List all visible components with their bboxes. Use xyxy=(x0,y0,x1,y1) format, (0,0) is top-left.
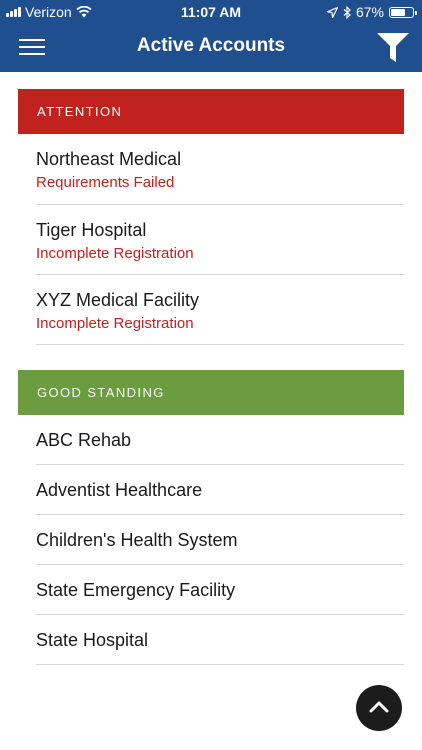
account-name: Adventist Healthcare xyxy=(36,480,203,500)
account-row[interactable]: Northeast Medical Requirements Failed xyxy=(36,134,404,205)
account-name: State Hospital xyxy=(36,630,149,650)
page-title: Active Accounts xyxy=(136,35,286,56)
app-header: Verizon 11:07 AM 67% Active Accounts xyxy=(0,0,422,72)
account-status: Incomplete Registration xyxy=(36,315,194,332)
good-standing-section-header: GOOD STANDING xyxy=(18,370,404,415)
account-status: Requirements Failed xyxy=(36,174,175,191)
account-row[interactable]: Adventist Healthcare xyxy=(36,465,404,515)
chevron-up-icon xyxy=(369,701,389,713)
filter-funnel-icon[interactable] xyxy=(376,31,410,63)
account-name: Northeast Medical xyxy=(36,149,182,169)
account-name: Children's Health System xyxy=(36,530,238,550)
account-row[interactable]: State Hospital xyxy=(36,615,404,665)
account-name: Tiger Hospital xyxy=(36,220,147,240)
scroll-to-top-button[interactable] xyxy=(356,685,402,731)
account-row[interactable]: XYZ Medical Facility Incomplete Registra… xyxy=(36,275,404,345)
account-status: Incomplete Registration xyxy=(36,245,194,262)
account-row[interactable]: Tiger Hospital Incomplete Registration xyxy=(36,205,404,275)
battery-percent: 67% xyxy=(355,4,384,20)
account-name: ABC Rehab xyxy=(36,430,132,450)
battery-fill xyxy=(391,8,405,16)
account-name: XYZ Medical Facility xyxy=(36,290,200,310)
status-right: 67% xyxy=(326,4,417,20)
account-row[interactable]: ABC Rehab xyxy=(36,415,404,465)
nav-bar: Active Accounts xyxy=(0,22,422,72)
attention-section-header: ATTENTION xyxy=(18,89,404,134)
bluetooth-icon xyxy=(343,5,351,19)
location-arrow-icon xyxy=(326,6,338,18)
account-name: State Emergency Facility xyxy=(36,580,236,600)
battery-icon xyxy=(389,6,417,18)
status-bar: Verizon 11:07 AM 67% xyxy=(0,0,422,22)
account-row[interactable]: State Emergency Facility xyxy=(36,565,404,615)
account-row[interactable]: Children's Health System xyxy=(36,515,404,565)
